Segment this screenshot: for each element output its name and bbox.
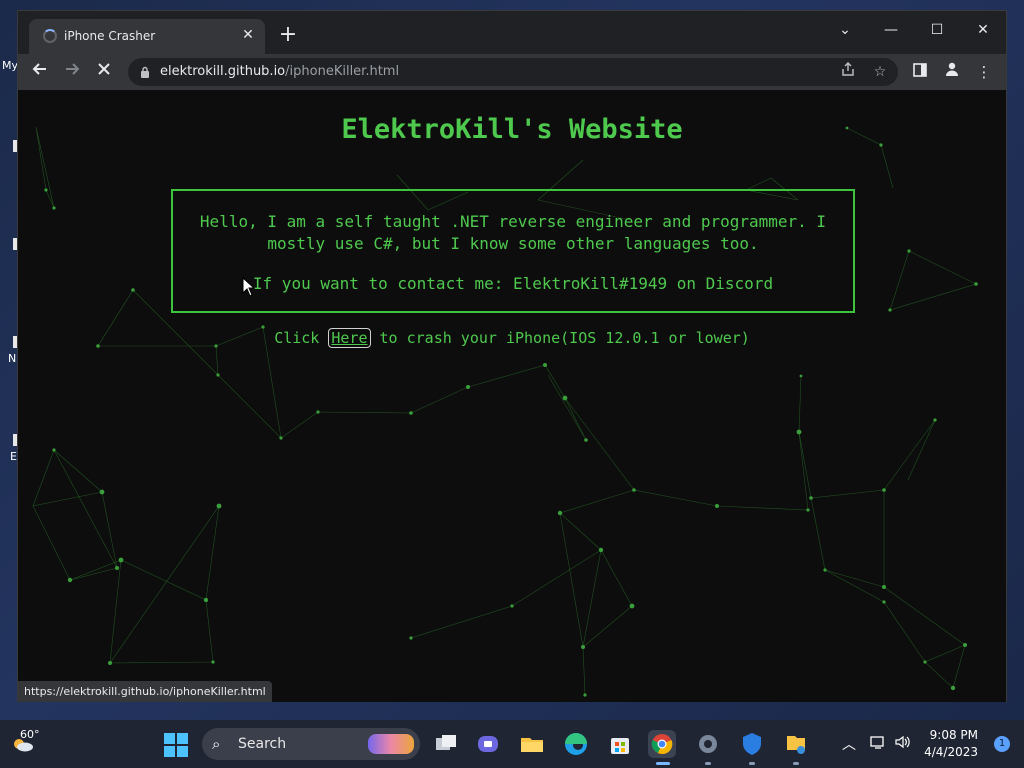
crash-suffix: to crash your iPhone(IOS 12.0.1 or lower… bbox=[379, 329, 750, 347]
tab-search-button[interactable]: ⌄ bbox=[830, 17, 860, 43]
crash-here-link[interactable]: Here bbox=[328, 328, 371, 348]
search-label: Search bbox=[238, 736, 287, 752]
folder-running-indicator bbox=[793, 762, 799, 765]
search-icon: ⌕ bbox=[212, 735, 221, 753]
site-title: ElektroKill's Website bbox=[341, 114, 683, 145]
volume-icon[interactable] bbox=[894, 734, 912, 754]
task-view-icon[interactable] bbox=[432, 730, 460, 758]
tab-close-icon[interactable]: ✕ bbox=[239, 26, 257, 44]
clock-time[interactable]: 9:08 PM bbox=[930, 728, 978, 742]
edge-browser-icon[interactable] bbox=[562, 730, 590, 758]
settings-running-indicator bbox=[705, 762, 711, 765]
url-host: elektrokill.github.io bbox=[160, 64, 286, 79]
notification-badge[interactable]: 1 bbox=[994, 736, 1010, 752]
windows-security-icon[interactable] bbox=[738, 730, 766, 758]
teams-chat-icon[interactable] bbox=[474, 730, 502, 758]
url-path: /iphoneKiller.html bbox=[285, 64, 400, 79]
desktop-label-fragment: E bbox=[10, 450, 17, 463]
loading-spinner-icon bbox=[43, 29, 57, 43]
maximize-button[interactable]: ☐ bbox=[922, 17, 952, 43]
file-explorer-icon[interactable] bbox=[518, 730, 546, 758]
tab-iphone-crasher[interactable]: iPhone Crasher ✕ bbox=[29, 19, 265, 54]
intro-text: Hello, I am a self taught .NET reverse e… bbox=[199, 212, 827, 253]
side-panel-icon[interactable] bbox=[908, 60, 932, 84]
bookmark-star-icon[interactable]: ☆ bbox=[870, 62, 890, 82]
address-bar[interactable]: elektrokill.github.io/iphoneKiller.html … bbox=[128, 58, 898, 86]
browser-toolbar: elektrokill.github.io/iphoneKiller.html … bbox=[18, 54, 1006, 90]
stop-icon bbox=[98, 63, 110, 75]
link-status-bubble: https://elektrokill.github.io/iphoneKill… bbox=[18, 681, 272, 702]
microsoft-store-icon[interactable] bbox=[606, 730, 634, 758]
menu-kebab-icon[interactable]: ⋮ bbox=[972, 60, 996, 84]
minimize-button[interactable]: — bbox=[876, 17, 906, 43]
new-tab-button[interactable]: + bbox=[276, 24, 300, 48]
chrome-icon[interactable] bbox=[648, 730, 676, 758]
stop-loading-button[interactable] bbox=[92, 60, 116, 84]
share-icon[interactable] bbox=[838, 62, 858, 82]
settings-gear-icon[interactable] bbox=[694, 730, 722, 758]
back-button[interactable] bbox=[28, 60, 52, 84]
browser-window: iPhone Crasher ✕ + ⌄ — ☐ ✕ elektrokill.g… bbox=[17, 10, 1007, 702]
windows-start-icon[interactable] bbox=[164, 733, 188, 757]
clock-date[interactable]: 4/4/2023 bbox=[924, 745, 978, 759]
forward-arrow-icon bbox=[66, 63, 80, 75]
search-highlight-art bbox=[368, 734, 414, 754]
mouse-cursor-icon bbox=[242, 277, 256, 297]
network-folder-icon[interactable] bbox=[782, 730, 810, 758]
intro-box: Hello, I am a self taught .NET reverse e… bbox=[171, 189, 855, 313]
back-arrow-icon bbox=[32, 63, 46, 75]
page-viewport: ElektroKill's Website Hello, I am a self… bbox=[18, 90, 1006, 702]
security-running-indicator bbox=[749, 762, 755, 765]
network-background-animation bbox=[32, 126, 978, 697]
show-hidden-icons-chevron-icon[interactable]: ︿ bbox=[842, 734, 856, 754]
url-text[interactable]: elektrokill.github.io/iphoneKiller.html bbox=[160, 64, 399, 79]
forward-button[interactable] bbox=[60, 60, 84, 84]
weather-temperature[interactable]: 60° bbox=[20, 728, 40, 741]
taskbar-search[interactable]: ⌕ Search bbox=[202, 728, 420, 760]
desktop-label-fragment: N bbox=[8, 352, 17, 365]
tab-title: iPhone Crasher bbox=[64, 29, 156, 43]
contact-text: If you want to contact me: ElektroKill#1… bbox=[252, 274, 774, 293]
lock-icon[interactable] bbox=[140, 66, 150, 78]
tab-strip: iPhone Crasher ✕ + ⌄ — ☐ ✕ bbox=[18, 11, 1006, 54]
profile-icon[interactable] bbox=[940, 60, 964, 84]
network-icon[interactable] bbox=[870, 734, 886, 754]
chrome-active-indicator bbox=[656, 762, 670, 765]
close-window-button[interactable]: ✕ bbox=[968, 17, 998, 43]
crash-instruction: Click Here to crash your iPhone(IOS 12.0… bbox=[18, 328, 1006, 348]
taskbar: 60° ⌕ Search ︿ 9:08 PM 4/4/2023 1 bbox=[0, 720, 1024, 768]
desktop-label-fragment: My bbox=[2, 59, 19, 72]
crash-prefix: Click bbox=[274, 329, 320, 347]
